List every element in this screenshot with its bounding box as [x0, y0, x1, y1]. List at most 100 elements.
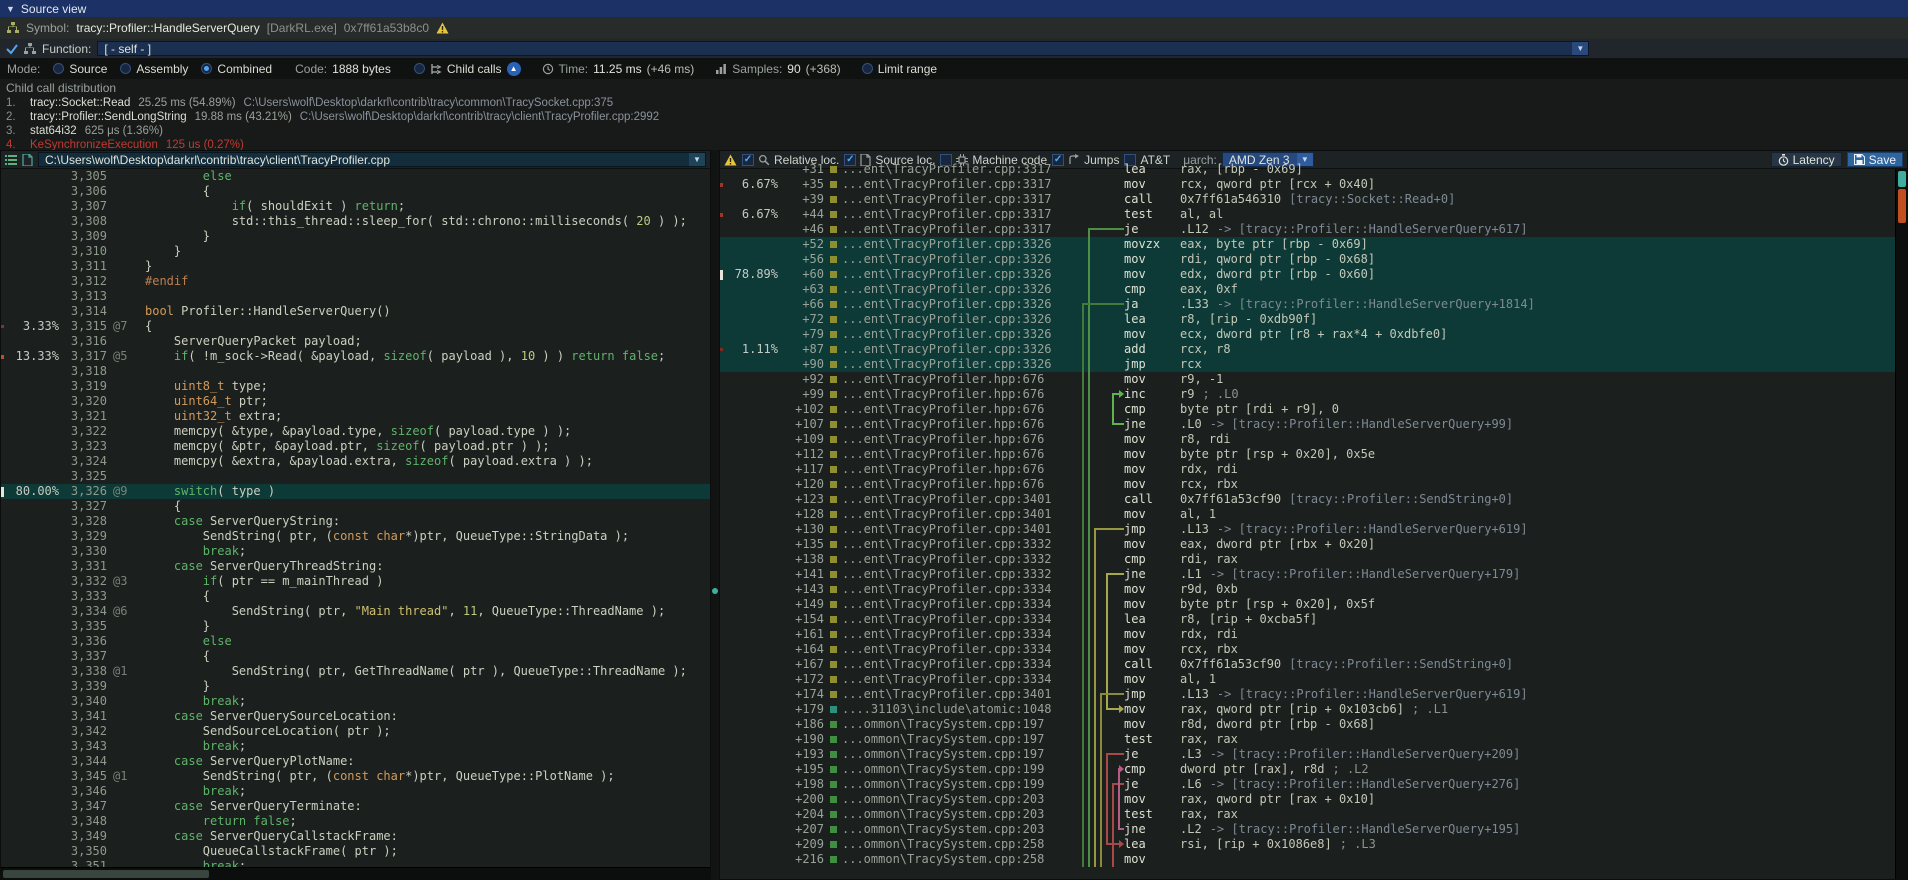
vertical-scrollbar[interactable] [1895, 169, 1907, 879]
source-line[interactable]: 3,309 } [1, 229, 710, 244]
file-path-combo[interactable]: C:\Users\wolf\Desktop\darkrl\contrib\tra… [38, 152, 706, 167]
asm-line[interactable]: +167 ...ent\TracyProfiler.cpp:3334 call … [720, 657, 1907, 672]
source-line[interactable]: 3,349 case ServerQueryCallstackFrame: [1, 829, 710, 844]
asm-line[interactable]: +109 ...ent\TracyProfiler.hpp:676 mov r8… [720, 432, 1907, 447]
mode-radio-source[interactable]: Source [53, 62, 107, 76]
asm-source-location[interactable]: ...ent\TracyProfiler.cpp:3317 [842, 162, 1080, 177]
asm-source-location[interactable]: ...ent\TracyProfiler.cpp:3326 [842, 327, 1080, 342]
asm-source-location[interactable]: ...ent\TracyProfiler.cpp:3326 [842, 312, 1080, 327]
asm-line[interactable]: +117 ...ent\TracyProfiler.hpp:676 mov rd… [720, 462, 1907, 477]
asm-source-location[interactable]: ...ommon\TracySystem.cpp:197 [842, 747, 1080, 762]
asm-source-location[interactable]: ...ent\TracyProfiler.hpp:676 [842, 417, 1080, 432]
asm-line[interactable]: +186 ...ommon\TracySystem.cpp:197 mov r8… [720, 717, 1907, 732]
chevron-down-icon[interactable]: ▼ [1572, 42, 1588, 55]
source-line[interactable]: 3,344 case ServerQueryPlotName: [1, 754, 710, 769]
window-titlebar[interactable]: ▼ Source view [0, 0, 1908, 17]
limit-range-toggle[interactable]: Limit range [862, 62, 937, 76]
asm-source-location[interactable]: ...ommon\TracySystem.cpp:203 [842, 822, 1080, 837]
asm-source-location[interactable]: ...ommon\TracySystem.cpp:197 [842, 732, 1080, 747]
asm-source-location[interactable]: ...ent\TracyProfiler.cpp:3332 [842, 537, 1080, 552]
source-line[interactable]: 3,313 [1, 289, 710, 304]
asm-source-location[interactable]: ...ent\TracyProfiler.cpp:3334 [842, 672, 1080, 687]
asm-source-location[interactable]: ...ent\TracyProfiler.cpp:3332 [842, 567, 1080, 582]
radio-icon[interactable] [53, 63, 64, 74]
source-line[interactable]: 3,342 SendSourceLocation( ptr ); [1, 724, 710, 739]
source-line[interactable]: 3,334 @6 SendString( ptr, "Main thread",… [1, 604, 710, 619]
asm-line[interactable]: +123 ...ent\TracyProfiler.cpp:3401 call … [720, 492, 1907, 507]
asm-line[interactable]: +143 ...ent\TracyProfiler.cpp:3334 mov r… [720, 582, 1907, 597]
asm-source-location[interactable]: ...ent\TracyProfiler.cpp:3326 [842, 267, 1080, 282]
source-line[interactable]: 3,328 case ServerQueryString: [1, 514, 710, 529]
asm-source-location[interactable]: ...ommon\TracySystem.cpp:199 [842, 777, 1080, 792]
asm-source-location[interactable]: ...ent\TracyProfiler.cpp:3317 [842, 207, 1080, 222]
chevron-down-icon[interactable]: ▼ [689, 153, 705, 166]
source-line[interactable]: 3,312 #endif [1, 274, 710, 289]
asm-source-location[interactable]: ...ent\TracyProfiler.hpp:676 [842, 432, 1080, 447]
pane-splitter[interactable] [711, 150, 719, 880]
asm-source-location[interactable]: ...ommon\TracySystem.cpp:258 [842, 837, 1080, 852]
source-line[interactable]: 3,333 { [1, 589, 710, 604]
asm-source-location[interactable]: ...ent\TracyProfiler.cpp:3334 [842, 657, 1080, 672]
asm-line[interactable]: +172 ...ent\TracyProfiler.cpp:3334 mov a… [720, 672, 1907, 687]
asm-line[interactable]: +102 ...ent\TracyProfiler.hpp:676 cmp by… [720, 402, 1907, 417]
source-line[interactable]: 3,345 @1 SendString( ptr, (const char*)p… [1, 769, 710, 784]
asm-line[interactable]: +79 ...ent\TracyProfiler.cpp:3326 mov ec… [720, 327, 1907, 342]
source-line[interactable]: 3,305 else [1, 169, 710, 184]
asm-line[interactable]: +164 ...ent\TracyProfiler.cpp:3334 mov r… [720, 642, 1907, 657]
asm-source-location[interactable]: ...ommon\TracySystem.cpp:258 [842, 852, 1080, 867]
asm-source-location[interactable]: ...ommon\TracySystem.cpp:197 [842, 717, 1080, 732]
source-line[interactable]: 3,324 memcpy( &extra, &payload.extra, si… [1, 454, 710, 469]
source-line[interactable]: 3,347 case ServerQueryTerminate: [1, 799, 710, 814]
source-line[interactable]: 3,319 uint8_t type; [1, 379, 710, 394]
mode-radio-assembly[interactable]: Assembly [120, 62, 188, 76]
source-line[interactable]: 3,325 [1, 469, 710, 484]
asm-source-location[interactable]: ...ent\TracyProfiler.hpp:676 [842, 447, 1080, 462]
source-line[interactable]: 3,320 uint64_t ptr; [1, 394, 710, 409]
asm-source-location[interactable]: ...ent\TracyProfiler.cpp:3326 [842, 252, 1080, 267]
source-line[interactable]: 3,337 { [1, 649, 710, 664]
source-line[interactable]: 13.33% 3,317 @5 if( !m_sock->Read( &payl… [1, 349, 710, 364]
asm-line[interactable]: +195 ...ommon\TracySystem.cpp:199 cmp dw… [720, 762, 1907, 777]
asm-source-location[interactable]: ...ent\TracyProfiler.cpp:3401 [842, 522, 1080, 537]
asm-line[interactable]: +207 ...ommon\TracySystem.cpp:203 jne .L… [720, 822, 1907, 837]
source-line[interactable]: 3,318 [1, 364, 710, 379]
asm-source-location[interactable]: ...ent\TracyProfiler.cpp:3401 [842, 687, 1080, 702]
asm-line[interactable]: +31 ...ent\TracyProfiler.cpp:3317 lea ra… [720, 162, 1907, 177]
asm-line[interactable]: 6.67% +44 ...ent\TracyProfiler.cpp:3317 … [720, 207, 1907, 222]
child-call-row[interactable]: 3. stat64i32 625 μs (1.36%) [6, 124, 1908, 138]
asm-line[interactable]: +63 ...ent\TracyProfiler.cpp:3326 cmp ea… [720, 282, 1907, 297]
asm-source-location[interactable]: ...ent\TracyProfiler.cpp:3332 [842, 552, 1080, 567]
asm-source-location[interactable]: ...ent\TracyProfiler.cpp:3326 [842, 342, 1080, 357]
source-line[interactable]: 3,336 else [1, 634, 710, 649]
asm-source-location[interactable]: ...ent\TracyProfiler.cpp:3317 [842, 177, 1080, 192]
asm-line[interactable]: +130 ...ent\TracyProfiler.cpp:3401 jmp .… [720, 522, 1907, 537]
asm-source-location[interactable]: ...ent\TracyProfiler.hpp:676 [842, 462, 1080, 477]
child-calls-toggle[interactable]: Child calls ▲ [414, 62, 521, 76]
asm-line[interactable]: +46 ...ent\TracyProfiler.cpp:3317 je .L1… [720, 222, 1907, 237]
scrollbar-thumb[interactable] [1898, 171, 1906, 187]
source-line[interactable]: 3,343 break; [1, 739, 710, 754]
asm-line[interactable]: +56 ...ent\TracyProfiler.cpp:3326 mov rd… [720, 252, 1907, 267]
source-line[interactable]: 3,321 uint32_t extra; [1, 409, 710, 424]
asm-line[interactable]: +193 ...ommon\TracySystem.cpp:197 je .L3… [720, 747, 1907, 762]
asm-line[interactable]: +174 ...ent\TracyProfiler.cpp:3401 jmp .… [720, 687, 1907, 702]
asm-source-location[interactable]: ...ent\TracyProfiler.cpp:3334 [842, 642, 1080, 657]
asm-source-location[interactable]: ...ent\TracyProfiler.cpp:3326 [842, 282, 1080, 297]
asm-source-location[interactable]: ...ent\TracyProfiler.cpp:3317 [842, 192, 1080, 207]
asm-source-location[interactable]: ...ommon\TracySystem.cpp:199 [842, 762, 1080, 777]
asm-line[interactable]: +154 ...ent\TracyProfiler.cpp:3334 lea r… [720, 612, 1907, 627]
asm-source-location[interactable]: ...ent\TracyProfiler.cpp:3401 [842, 492, 1080, 507]
asm-line[interactable]: +179 ....31103\include\atomic:1048 mov r… [720, 702, 1907, 717]
source-line[interactable]: 3,314 bool Profiler::HandleServerQuery() [1, 304, 710, 319]
source-line[interactable]: 3,348 return false; [1, 814, 710, 829]
asm-line[interactable]: +52 ...ent\TracyProfiler.cpp:3326 movzx … [720, 237, 1907, 252]
source-line[interactable]: 80.00% 3,326 @9 switch( type ) [1, 484, 710, 499]
asm-line[interactable]: +99 ...ent\TracyProfiler.hpp:676 inc r9 … [720, 387, 1907, 402]
asm-line[interactable]: +149 ...ent\TracyProfiler.cpp:3334 mov b… [720, 597, 1907, 612]
scroll-top-button[interactable]: ▲ [507, 62, 521, 76]
asm-source-location[interactable]: ...ent\TracyProfiler.cpp:3326 [842, 237, 1080, 252]
source-line[interactable]: 3,306 { [1, 184, 710, 199]
asm-line[interactable]: +90 ...ent\TracyProfiler.cpp:3326 jmp rc… [720, 357, 1907, 372]
radio-icon[interactable] [120, 63, 131, 74]
asm-source-location[interactable]: ...ent\TracyProfiler.hpp:676 [842, 372, 1080, 387]
